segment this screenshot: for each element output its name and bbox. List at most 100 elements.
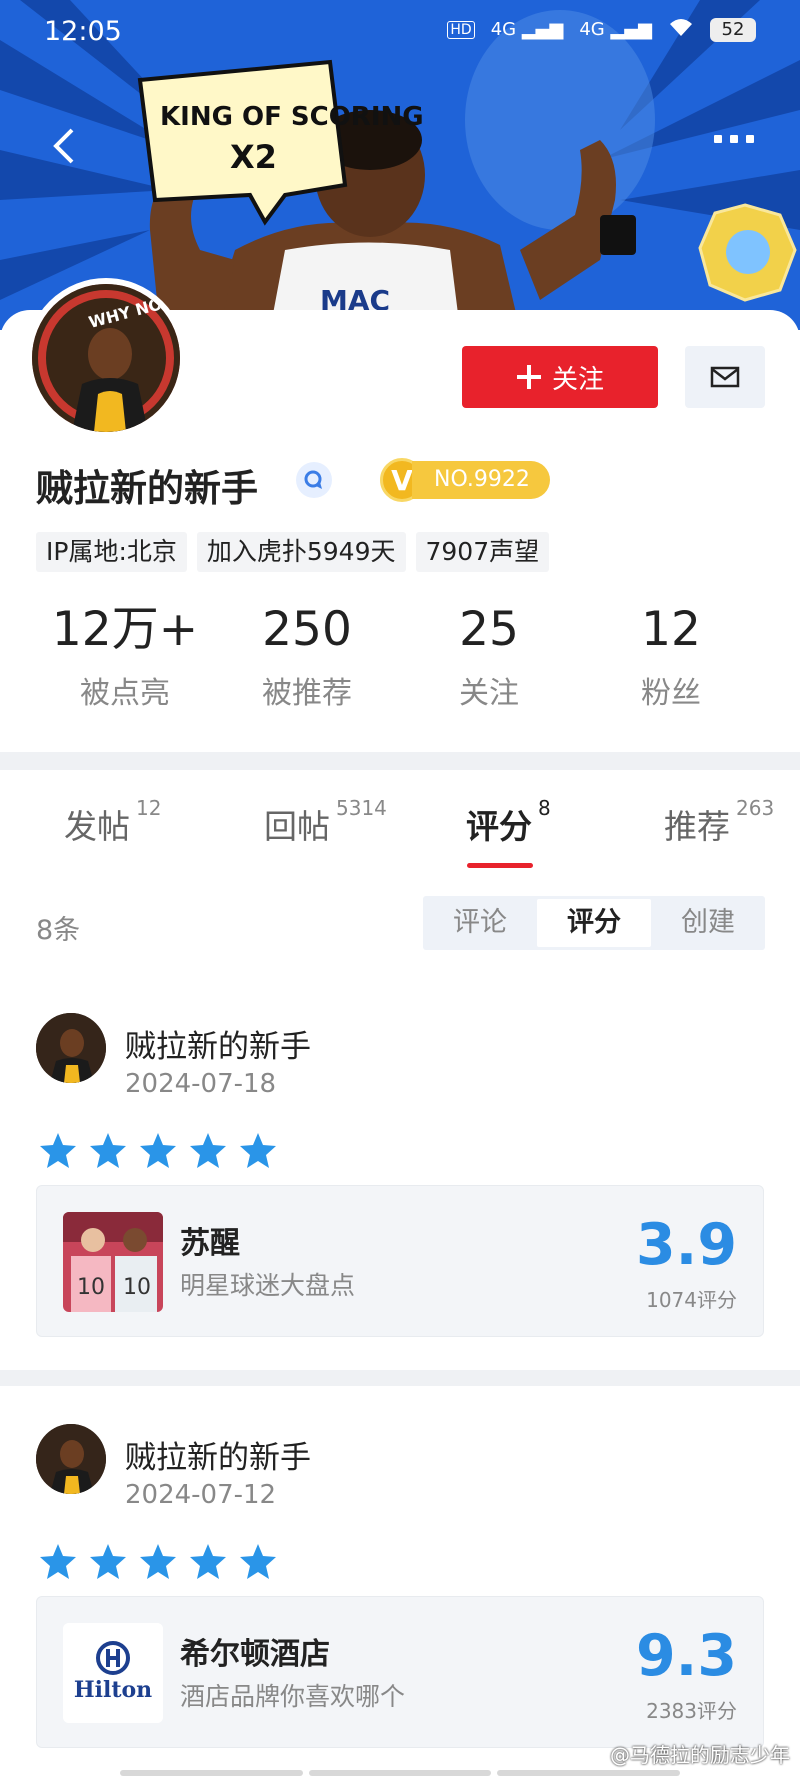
hilton-logo-text: Hilton [74, 1677, 152, 1703]
star-icon [190, 1133, 226, 1168]
svg-text:10: 10 [77, 1275, 105, 1300]
topic-title: 苏醒 [180, 1226, 240, 1261]
stat-recommended[interactable]: 250 被推荐 [216, 600, 398, 712]
tab-count: 12 [136, 796, 162, 820]
rated-topic-card[interactable]: 10 10 苏醒 明星球迷大盘点 3.9 1074评分 [36, 1185, 764, 1337]
more-button[interactable] [710, 128, 770, 158]
star-icon [90, 1133, 126, 1168]
topic-score: 9.3 [636, 1623, 737, 1689]
stat-label: 关注 [459, 676, 519, 711]
star-icon [140, 1133, 176, 1168]
signal-icon: 4G ▂▄▆ [490, 19, 564, 40]
plus-icon [516, 365, 541, 389]
user-avatar-image [36, 1013, 106, 1083]
profile-tags: IP属地:北京 加入虎扑5949天 7907声望 [36, 532, 550, 572]
profile-stats: 12万+ 被点亮 250 被推荐 25 关注 12 粉丝 [0, 600, 800, 712]
filter-ratings[interactable]: 评分 [537, 899, 651, 947]
tab-count: 263 [736, 796, 775, 820]
topic-subtitle: 酒店品牌你喜欢哪个 [180, 1682, 406, 1711]
hilton-logo-icon: Hilton [63, 1623, 163, 1723]
star-rating [38, 1542, 278, 1582]
speech-bubble-multiplier: X2 [230, 138, 277, 176]
tab-count: 8 [538, 796, 551, 820]
filter-created[interactable]: 创建 [651, 896, 765, 950]
user-avatar-image [36, 1424, 106, 1494]
stat-value: 25 [459, 602, 519, 657]
stat-likes[interactable]: 12万+ 被点亮 [34, 600, 216, 712]
section-divider [0, 1370, 800, 1386]
star-icon [40, 1133, 76, 1168]
profile-tabs: 发帖 12 回帖 5314 评分 8 推荐 263 [0, 785, 800, 875]
vip-number: NO.9922 [412, 461, 550, 499]
tab-replies[interactable]: 回帖 5314 [264, 796, 387, 848]
star-icon [90, 1544, 126, 1579]
rating-username[interactable]: 贼拉新的新手 [125, 1432, 311, 1477]
battery-indicator: 52 [710, 17, 756, 42]
stat-following[interactable]: 25 关注 [398, 600, 580, 712]
verified-icon[interactable] [296, 462, 332, 498]
filter-segmented-control: 评论 评分 创建 [423, 896, 765, 950]
more-dot-icon [714, 135, 722, 143]
filter-comments[interactable]: 评论 [423, 896, 537, 950]
tab-recommend[interactable]: 推荐 263 [664, 796, 774, 848]
speech-bubble-text: KING OF SCORING [160, 102, 424, 132]
star-icon [190, 1544, 226, 1579]
star-icon [240, 1133, 276, 1168]
watermark: @马德拉的励志少年 [610, 1743, 790, 1767]
topic-score: 3.9 [636, 1212, 737, 1278]
profile-username: 贼拉新的新手 [36, 467, 258, 510]
tab-label: 回帖 [264, 807, 330, 846]
rating-date: 2024-07-12 [125, 1480, 277, 1510]
hd-indicator: HD [447, 20, 475, 39]
user-avatar[interactable] [36, 1424, 106, 1494]
back-button[interactable] [50, 126, 80, 166]
user-avatar[interactable] [36, 1013, 106, 1083]
tab-ratings[interactable]: 评分 8 [466, 796, 551, 848]
chevron-left-icon [53, 128, 74, 164]
stat-value: 250 [262, 602, 352, 657]
stat-followers[interactable]: 12 粉丝 [580, 600, 762, 712]
follow-label: 关注 [551, 364, 604, 395]
stat-label: 粉丝 [641, 676, 701, 711]
stat-value: 12 [641, 602, 701, 657]
bottom-gesture-bar [120, 1770, 681, 1776]
rating-date: 2024-07-18 [125, 1069, 277, 1099]
stat-label: 被点亮 [80, 676, 170, 711]
status-time: 12:05 [44, 16, 122, 47]
star-icon [40, 1544, 76, 1579]
active-tab-indicator [467, 863, 533, 868]
tag-ip-location: IP属地:北京 [36, 532, 187, 572]
tab-count: 5314 [336, 796, 387, 820]
tab-label: 评分 [466, 807, 532, 846]
topic-subtitle: 明星球迷大盘点 [180, 1271, 356, 1300]
rated-topic-card[interactable]: Hilton 希尔顿酒店 酒店品牌你喜欢哪个 9.3 2383评分 [36, 1596, 764, 1748]
topic-title: 希尔顿酒店 [180, 1637, 330, 1672]
star-rating [38, 1131, 278, 1171]
star-icon [240, 1544, 276, 1579]
follow-button[interactable]: 关注 [462, 346, 658, 408]
star-icon [140, 1544, 176, 1579]
tab-label: 推荐 [664, 807, 730, 846]
avatar[interactable]: WHY NOT? [26, 278, 186, 438]
tab-posts[interactable]: 发帖 12 [64, 796, 161, 848]
vip-badge[interactable]: V NO.9922 [380, 458, 550, 502]
wifi-icon [668, 16, 694, 43]
signal-icon-2: 4G ▂▄▆ [579, 19, 652, 40]
topic-score-count: 2383评分 [646, 1699, 737, 1723]
avatar-image: WHY NOT? [32, 284, 180, 432]
message-button[interactable] [685, 346, 765, 408]
refresh-icon [304, 470, 322, 489]
topic-thumbnail: Hilton [63, 1623, 163, 1723]
status-bar: 12:05 HD 4G ▂▄▆ 4G ▂▄▆ 52 [0, 0, 800, 64]
tag-reputation: 7907声望 [415, 532, 550, 572]
result-count: 8条 [36, 915, 81, 946]
stat-value: 12万+ [51, 602, 199, 657]
stat-label: 被推荐 [262, 676, 352, 711]
svg-text:10: 10 [123, 1275, 151, 1300]
topic-thumbnail-image: 10 10 [63, 1212, 163, 1312]
topic-thumbnail: 10 10 [63, 1212, 163, 1312]
tab-label: 发帖 [64, 807, 130, 846]
tag-join-days: 加入虎扑5949天 [196, 532, 406, 572]
section-divider [0, 752, 800, 770]
rating-username[interactable]: 贼拉新的新手 [125, 1021, 311, 1066]
